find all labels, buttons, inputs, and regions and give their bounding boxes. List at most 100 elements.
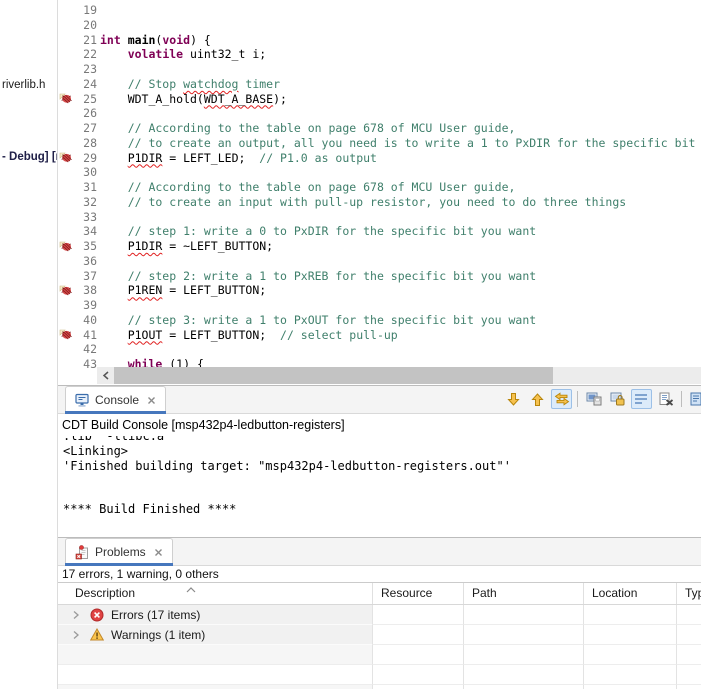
code-line[interactable]: // step 3: write a 1 to PxOUT for the sp… bbox=[100, 313, 701, 328]
line-number[interactable]: 26 bbox=[73, 106, 97, 121]
line-number[interactable]: 42 bbox=[73, 342, 97, 357]
code-line[interactable]: int main(void) { bbox=[100, 33, 701, 48]
console-output[interactable]: .lib" -llibc.a <Linking> 'Finished buildin… bbox=[58, 436, 701, 535]
explorer-item-driverlib[interactable]: riverlib.h bbox=[2, 79, 45, 91]
code-line[interactable] bbox=[100, 106, 701, 121]
console-clipped-line: .lib" -llibc.a bbox=[63, 436, 165, 443]
line-number[interactable]: 38 bbox=[73, 283, 97, 298]
tab-console[interactable]: Console bbox=[65, 386, 167, 414]
line-number[interactable]: 41 bbox=[73, 328, 97, 343]
code-line[interactable]: volatile uint32_t i; bbox=[100, 47, 701, 62]
next-error-icon[interactable] bbox=[503, 389, 524, 409]
open-console-icon[interactable] bbox=[687, 389, 701, 409]
column-header-type[interactable]: Type bbox=[676, 583, 701, 604]
code-line[interactable] bbox=[100, 3, 701, 18]
console-line: **** Build Finished **** bbox=[63, 502, 237, 516]
code-line[interactable]: // Stop watchdog timer bbox=[100, 77, 701, 92]
line-number[interactable]: 34 bbox=[73, 224, 97, 239]
column-header-description[interactable]: Description bbox=[58, 583, 372, 604]
scrollbar-thumb[interactable] bbox=[114, 367, 553, 384]
editor-horizontal-scrollbar[interactable] bbox=[97, 367, 701, 384]
table-cell bbox=[463, 665, 583, 685]
scroll-lock-icon[interactable] bbox=[607, 389, 628, 409]
table-cell bbox=[583, 605, 676, 625]
code-line[interactable]: P1DIR = LEFT_LED; // P1.0 as output bbox=[100, 151, 701, 166]
error-marker-icon[interactable] bbox=[59, 152, 72, 163]
line-number[interactable]: 30 bbox=[73, 165, 97, 180]
code-line[interactable] bbox=[100, 210, 701, 225]
table-cell bbox=[372, 625, 463, 645]
table-cell bbox=[372, 645, 463, 665]
line-number[interactable]: 31 bbox=[73, 180, 97, 195]
code-line[interactable]: WDT_A_hold(WDT_A_BASE); bbox=[100, 92, 701, 107]
error-marker-icon[interactable] bbox=[59, 329, 72, 340]
explorer-item-project[interactable]: - Debug] [m bbox=[2, 151, 57, 163]
console-line: <Linking> bbox=[63, 444, 129, 458]
scroll-left-button[interactable] bbox=[97, 367, 114, 384]
line-number[interactable]: 22 bbox=[73, 47, 97, 62]
line-number[interactable]: 28 bbox=[73, 136, 97, 151]
line-number[interactable]: 35 bbox=[73, 239, 97, 254]
error-icon bbox=[90, 608, 104, 621]
line-numbers[interactable]: 19 20 21 22 23 24 25 26 27 28 29 30 31 32 33 34 35 36 37 38… bbox=[73, 3, 97, 372]
line-number[interactable]: 29 bbox=[73, 151, 97, 166]
error-marker-icon[interactable] bbox=[59, 241, 72, 252]
clear-console-icon[interactable] bbox=[655, 389, 676, 409]
code-line[interactable]: // According to the table on page 678 of… bbox=[100, 121, 701, 136]
code-line[interactable]: P1REN = LEFT_BUTTON; bbox=[100, 283, 701, 298]
line-number[interactable]: 37 bbox=[73, 269, 97, 284]
close-problems-tab-icon[interactable] bbox=[154, 548, 163, 557]
table-header: DescriptionResourcePathLocationType bbox=[58, 582, 701, 605]
line-number[interactable]: 27 bbox=[73, 121, 97, 136]
word-wrap-icon[interactable] bbox=[631, 389, 652, 409]
problems-group-row[interactable]: Errors (17 items) bbox=[58, 605, 701, 625]
line-number[interactable]: 25 bbox=[73, 92, 97, 107]
line-number[interactable]: 36 bbox=[73, 254, 97, 269]
line-number[interactable]: 24 bbox=[73, 77, 97, 92]
code-area[interactable]: int main(void) { volatile uint32_t i; //… bbox=[100, 3, 701, 372]
code-line[interactable] bbox=[100, 62, 701, 77]
close-console-tab-icon[interactable] bbox=[147, 396, 156, 405]
console-tabbar: Console bbox=[58, 386, 701, 414]
code-line[interactable]: P1OUT = LEFT_BUTTON; // select pull-up bbox=[100, 328, 701, 343]
code-line[interactable]: // step 2: write a 1 to PxREB for the sp… bbox=[100, 269, 701, 284]
show-error-in-editor-icon[interactable] bbox=[551, 389, 572, 409]
table-cell bbox=[676, 645, 701, 665]
code-line[interactable]: // to create an input with pull-up resis… bbox=[100, 195, 701, 210]
line-number[interactable]: 32 bbox=[73, 195, 97, 210]
expand-chevron-icon[interactable] bbox=[72, 630, 80, 640]
code-line[interactable] bbox=[100, 18, 701, 33]
code-line[interactable] bbox=[100, 298, 701, 313]
line-number[interactable]: 40 bbox=[73, 313, 97, 328]
table-row bbox=[58, 665, 701, 685]
table-cell bbox=[676, 605, 701, 625]
problems-group-row[interactable]: Warnings (1 item) bbox=[58, 625, 701, 645]
line-number[interactable]: 20 bbox=[73, 18, 97, 33]
previous-error-icon[interactable] bbox=[527, 389, 548, 409]
table-cell bbox=[583, 645, 676, 665]
expand-chevron-icon[interactable] bbox=[72, 610, 80, 620]
line-number[interactable]: 43 bbox=[73, 357, 97, 372]
code-editor[interactable]: 19 20 21 22 23 24 25 26 27 28 29 30 31 32 33 34 35 36 37 38… bbox=[58, 0, 701, 385]
line-number[interactable]: 19 bbox=[73, 3, 97, 18]
error-marker-icon[interactable] bbox=[59, 93, 72, 104]
line-number[interactable]: 21 bbox=[73, 33, 97, 48]
table-cell bbox=[463, 645, 583, 665]
error-marker-icon[interactable] bbox=[59, 285, 72, 296]
code-line[interactable]: // to create an output, all you need is … bbox=[100, 136, 701, 151]
column-header-path[interactable]: Path bbox=[463, 583, 583, 604]
code-line[interactable] bbox=[100, 342, 701, 357]
line-number[interactable]: 33 bbox=[73, 210, 97, 225]
code-line[interactable]: // According to the table on page 678 of… bbox=[100, 180, 701, 195]
code-line[interactable]: // step 1: write a 0 to PxDIR for the sp… bbox=[100, 224, 701, 239]
tab-problems[interactable]: Problems bbox=[65, 538, 173, 566]
column-header-resource[interactable]: Resource bbox=[372, 583, 463, 604]
line-number[interactable]: 39 bbox=[73, 298, 97, 313]
column-header-location[interactable]: Location bbox=[583, 583, 676, 604]
code-line[interactable]: P1DIR = ~LEFT_BUTTON; bbox=[100, 239, 701, 254]
code-line[interactable] bbox=[100, 165, 701, 180]
console-view: Console CDT Build Console [msp432p4-ledb… bbox=[58, 385, 701, 537]
code-line[interactable] bbox=[100, 254, 701, 269]
copy-build-log-icon[interactable] bbox=[583, 389, 604, 409]
line-number[interactable]: 23 bbox=[73, 62, 97, 77]
